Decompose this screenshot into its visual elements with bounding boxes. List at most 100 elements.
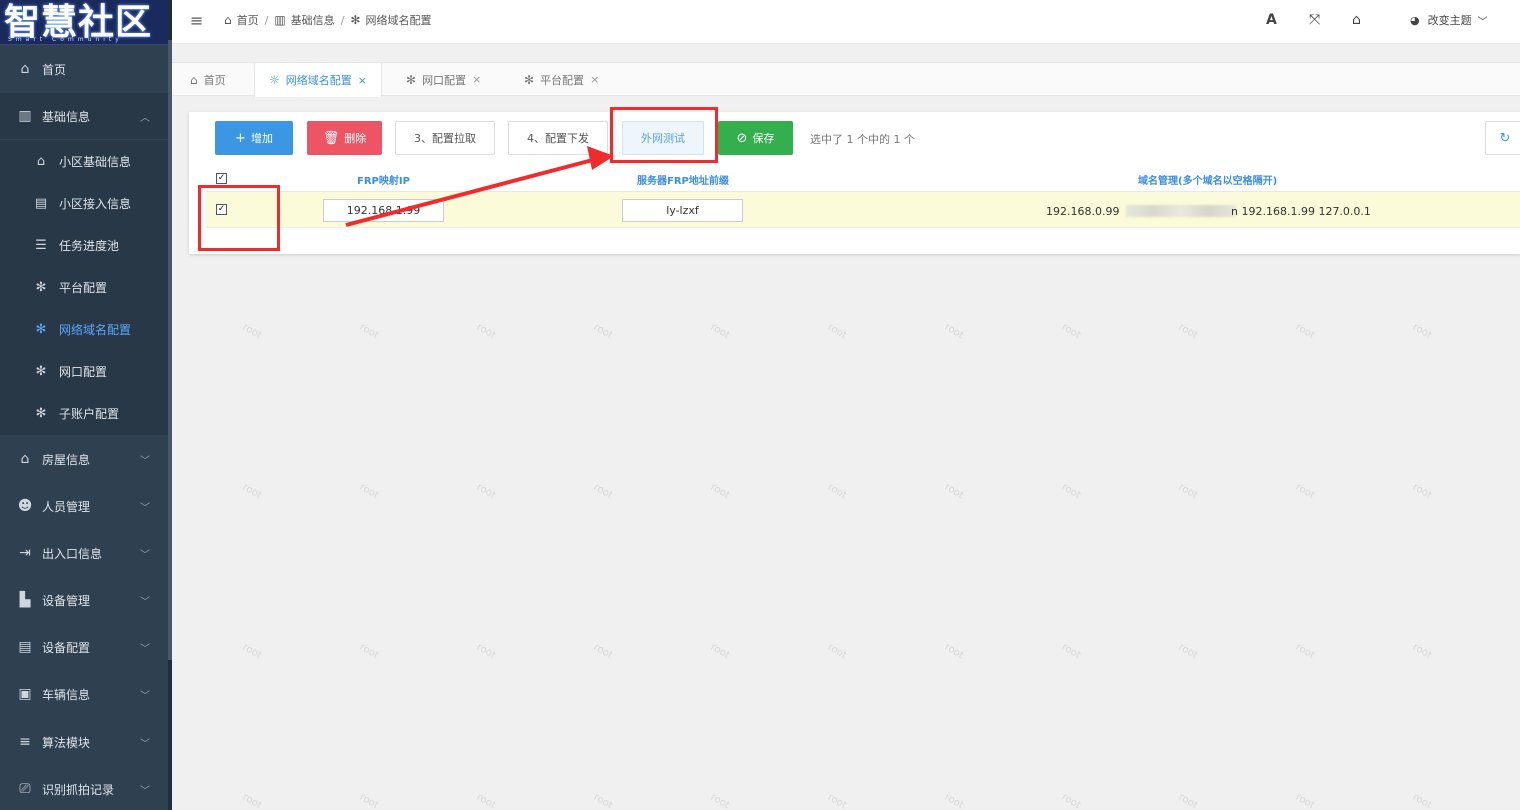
sidebar-item-community-basic[interactable]: ⌂ 小区基础信息: [0, 140, 168, 182]
top-header: ≡ ⌂ 首页 / ▥ 基础信息 / ✻ 网络域名配置 A ⤧ ⌂ ◕ 改变主题 …: [172, 0, 1520, 44]
sidebar-item-task-pool[interactable]: ☰ 任务进度池: [0, 224, 168, 266]
breadcrumb-label: 首页: [236, 14, 259, 27]
menu-toggle-icon[interactable]: ≡: [190, 11, 203, 30]
sidebar-item-community-access[interactable]: ▤ 小区接入信息: [0, 182, 168, 224]
tab-label: 首页: [203, 73, 226, 87]
watermark-text: root: [1176, 321, 1200, 342]
sidebar-item-label: 识别抓拍记录: [42, 782, 115, 797]
font-size-icon[interactable]: A: [1266, 12, 1277, 28]
sidebar-item-platform-config[interactable]: ✻ 平台配置: [0, 266, 168, 308]
watermark-text: root: [825, 791, 849, 810]
domain-value-right[interactable]: n 192.168.1.99 127.0.0.1: [1231, 205, 1371, 218]
sidebar-item-home[interactable]: ⌂ 首页: [0, 46, 168, 92]
watermark-text: root: [1059, 481, 1083, 502]
logo-subtitle: Smart Community: [8, 36, 123, 43]
breadcrumb-label: 基础信息: [290, 14, 335, 27]
signout-icon: ⇥: [19, 545, 31, 561]
refresh-icon: ↻: [1499, 130, 1511, 146]
sidebar-item-network-domain-config[interactable]: ✻ 网络域名配置: [0, 308, 168, 350]
sidebar-scrollbar[interactable]: [168, 40, 172, 660]
watermark-text: root: [1410, 791, 1434, 810]
refresh-button[interactable]: ↻: [1485, 121, 1520, 155]
sidebar-item-algorithm[interactable]: ≡ 算法模块 ﹀: [0, 719, 168, 765]
tab-label: 网口配置: [422, 73, 467, 87]
watermark-text: root: [1176, 641, 1200, 662]
sidebar-item-label: 房屋信息: [42, 452, 91, 467]
config-push-button[interactable]: 4、配置下发: [508, 121, 608, 155]
table-row[interactable]: ✓ 192.168.1.99 ly-lzxf 192.168.0.99 n 19…: [206, 192, 1520, 228]
watermark-text: root: [1410, 481, 1434, 502]
tab-network-domain-config[interactable]: ☼ 网络域名配置 ×: [254, 63, 382, 97]
config-pull-button[interactable]: 3、配置拉取: [395, 121, 495, 155]
app-logo[interactable]: 智慧社区 Smart Community: [0, 0, 172, 45]
breadcrumb-label: 网络域名配置: [365, 14, 432, 27]
tab-label: 平台配置: [540, 73, 585, 87]
fullscreen-icon[interactable]: ⤧: [1309, 12, 1320, 28]
watermark-text: root: [1176, 481, 1200, 502]
chevron-down-icon: ﹀: [140, 738, 150, 750]
sidebar-item-entrance[interactable]: ⇥ 出入口信息 ﹀: [0, 530, 168, 576]
annotation-box-checkbox: [198, 185, 280, 251]
frp-ip-field[interactable]: 192.168.1.99: [323, 199, 444, 222]
watermark-text: root: [942, 641, 966, 662]
gear-icon: ✻: [35, 405, 47, 421]
chevron-down-icon: ﹀: [140, 502, 150, 514]
select-all-checkbox[interactable]: ✓: [216, 173, 227, 184]
domain-value-left[interactable]: 192.168.0.99: [1046, 205, 1119, 218]
theme-label: 改变主题: [1427, 14, 1472, 27]
watermark-text: root: [942, 321, 966, 342]
watermark-text: root: [357, 481, 381, 502]
watermark-text: root: [1293, 481, 1317, 502]
sidebar-item-house-info[interactable]: ⌂ 房屋信息 ﹀: [0, 436, 168, 482]
tab-platform-config[interactable]: ✻ 平台配置 ×: [510, 63, 613, 96]
close-icon[interactable]: ×: [590, 73, 599, 86]
watermark-text: root: [591, 321, 615, 342]
gear-icon: ✻: [350, 13, 361, 27]
delete-button[interactable]: 🗑 删除: [307, 121, 382, 155]
frp-prefix-field[interactable]: ly-lzxf: [622, 199, 743, 222]
add-button[interactable]: + 增加: [215, 121, 293, 155]
sidebar-item-label: 小区基础信息: [59, 154, 132, 169]
tab-port-config[interactable]: ✻ 网口配置 ×: [392, 63, 495, 96]
watermark-text: root: [591, 641, 615, 662]
chevron-down-icon: ﹀: [140, 549, 150, 561]
close-icon[interactable]: ×: [358, 74, 367, 87]
theme-switcher[interactable]: ◕ 改变主题 ﹀: [1410, 12, 1488, 28]
watermark-text: root: [1410, 641, 1434, 662]
button-label: 保存: [752, 132, 775, 145]
sidebar-item-personnel[interactable]: ☻ 人员管理 ﹀: [0, 483, 168, 529]
record-icon: ⎚: [19, 781, 31, 797]
sidebar-item-label: 出入口信息: [42, 546, 103, 561]
selection-status: 选中了 1 个中的 1 个: [810, 133, 915, 146]
breadcrumb-basic-info[interactable]: ▥ 基础信息: [274, 12, 334, 28]
sidebar-item-port-config[interactable]: ✻ 网口配置: [0, 350, 168, 392]
save-button[interactable]: ⊘ 保存: [718, 121, 793, 155]
tab-label: 网络域名配置: [285, 74, 352, 87]
breadcrumb-home[interactable]: ⌂ 首页: [224, 12, 259, 28]
watermark-text: root: [708, 641, 732, 662]
close-icon[interactable]: ×: [472, 73, 481, 86]
watermark-text: root: [1293, 641, 1317, 662]
tab-home[interactable]: ⌂ 首页: [176, 63, 240, 96]
sidebar-item-vehicle[interactable]: ▣ 车辆信息 ﹀: [0, 671, 168, 717]
watermark-text: root: [1176, 791, 1200, 810]
breadcrumb: ⌂ 首页 / ▥ 基础信息 / ✻ 网络域名配置: [224, 12, 431, 28]
sidebar-item-label: 算法模块: [42, 735, 91, 750]
watermark-text: root: [1293, 791, 1317, 810]
watermark-text: root: [1410, 321, 1434, 342]
palette-icon: ◕: [1410, 13, 1420, 27]
home-icon[interactable]: ⌂: [1352, 12, 1361, 28]
watermark-text: root: [474, 641, 498, 662]
sidebar-item-device-config[interactable]: ▤ 设备配置 ﹀: [0, 624, 168, 670]
chevron-down-icon: ﹀: [1477, 16, 1488, 28]
watermark-text: root: [825, 321, 849, 342]
building-icon: ▥: [274, 13, 286, 27]
sidebar-item-label: 车辆信息: [42, 687, 91, 702]
sidebar-item-basic-info[interactable]: ▥ 基础信息 ︿: [0, 93, 168, 139]
sidebar-item-device-mgmt[interactable]: ▙ 设备管理 ﹀: [0, 577, 168, 623]
gear-icon: ✻: [524, 72, 535, 87]
watermark-text: root: [240, 481, 264, 502]
chevron-up-icon: ︿: [140, 112, 150, 124]
sidebar-item-capture-record[interactable]: ⎚ 识别抓拍记录 ﹀: [0, 766, 168, 810]
sidebar-item-subaccount-config[interactable]: ✻ 子账户配置: [0, 392, 168, 434]
